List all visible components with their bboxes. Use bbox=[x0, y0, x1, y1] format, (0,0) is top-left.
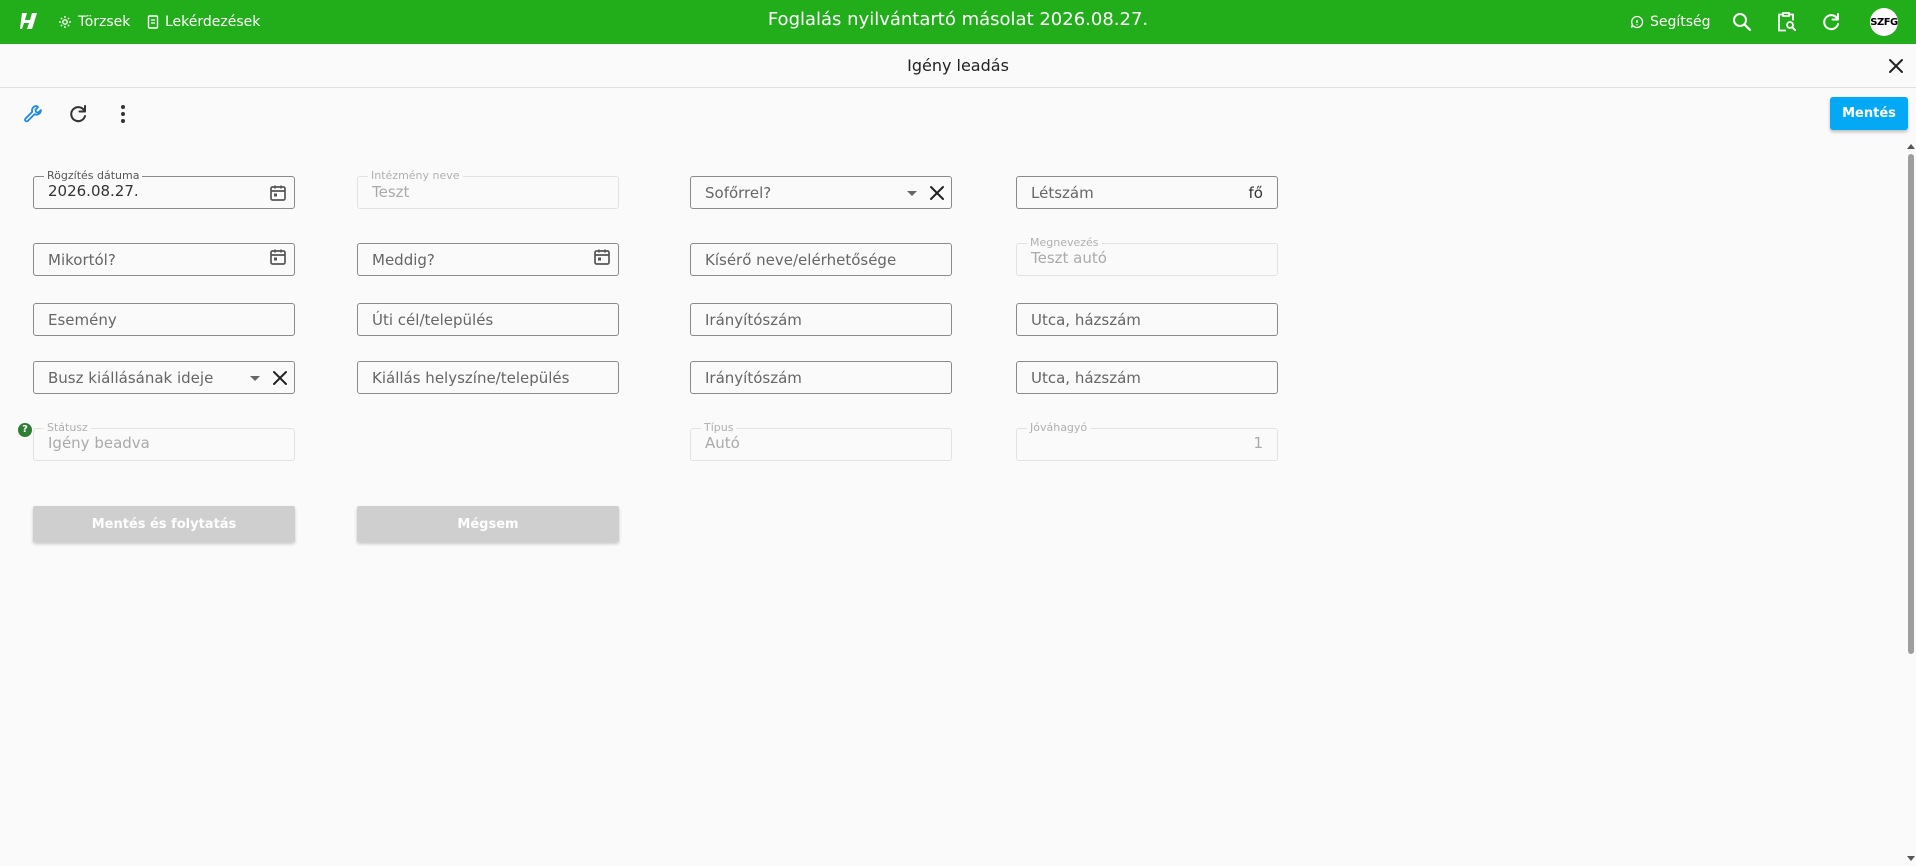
vehicle-name-value: Teszt autó bbox=[1031, 249, 1107, 267]
document-icon bbox=[147, 15, 159, 29]
app-logo-icon[interactable] bbox=[18, 10, 40, 32]
nav-lekerdezesek[interactable]: Lekérdezések bbox=[147, 0, 260, 44]
approver-value: 1 bbox=[1253, 434, 1263, 452]
destination-field[interactable]: Úti cél/település bbox=[357, 303, 619, 336]
nav-torzsek-label: Törzsek bbox=[78, 14, 131, 30]
escort-contact-placeholder: Kísérő neve/elérhetősége bbox=[705, 251, 897, 269]
more-vertical-icon[interactable] bbox=[111, 102, 135, 126]
destination-zip-field[interactable]: Irányítószám bbox=[690, 303, 952, 336]
close-icon[interactable] bbox=[1886, 56, 1906, 76]
headcount-placeholder: Létszám bbox=[1031, 184, 1094, 202]
calendar-icon[interactable] bbox=[592, 247, 612, 267]
bus-departure-time-placeholder: Busz kiállásának ideje bbox=[48, 369, 214, 387]
vertical-scrollbar[interactable] bbox=[1906, 140, 1916, 866]
recording-date-field[interactable]: Rögzítés dátuma 2026.08.27. bbox=[33, 169, 295, 209]
event-placeholder: Esemény bbox=[48, 311, 117, 329]
institution-name-field: Intézmény neve Teszt bbox=[357, 169, 619, 209]
status-value: Igény beadva bbox=[48, 434, 150, 452]
recording-date-value: 2026.08.27. bbox=[48, 182, 139, 200]
app-title: Foglalás nyilvántartó másolat 2026.08.27… bbox=[767, 9, 1149, 30]
scroll-up-arrow-icon[interactable] bbox=[1907, 144, 1915, 149]
clear-icon[interactable] bbox=[927, 183, 947, 203]
status-help-icon[interactable]: ? bbox=[18, 423, 32, 437]
refresh-icon[interactable] bbox=[1819, 10, 1843, 34]
chevron-down-icon[interactable] bbox=[907, 191, 917, 196]
with-driver-select[interactable]: Sofőrrel? bbox=[690, 176, 952, 209]
settings-icon bbox=[59, 16, 71, 28]
dialog-header: Igény leadás bbox=[0, 44, 1916, 88]
save-button[interactable]: Mentés bbox=[1830, 97, 1908, 130]
chevron-down-icon[interactable] bbox=[250, 376, 260, 381]
destination-placeholder: Úti cél/település bbox=[372, 311, 494, 329]
type-label: Típus bbox=[701, 421, 737, 435]
wrench-icon[interactable] bbox=[22, 102, 46, 126]
approver-field: Jóváhagyó 1 bbox=[1016, 421, 1278, 461]
departure-place-field[interactable]: Kiállás helyszíne/település bbox=[357, 361, 619, 394]
from-date-placeholder: Mikortól? bbox=[48, 251, 116, 269]
help-link[interactable]: Segítség bbox=[1630, 0, 1711, 44]
reload-icon[interactable] bbox=[66, 102, 90, 126]
recording-date-label: Rögzítés dátuma bbox=[44, 169, 143, 183]
clipboard-search-icon[interactable] bbox=[1774, 10, 1798, 34]
status-field: Státusz Igény beadva bbox=[33, 421, 295, 461]
event-field[interactable]: Esemény bbox=[33, 303, 295, 336]
headcount-field[interactable]: Létszám fő bbox=[1016, 176, 1278, 209]
type-field: Típus Autó bbox=[690, 421, 952, 461]
headcount-unit: fő bbox=[1248, 184, 1263, 202]
escort-contact-field[interactable]: Kísérő neve/elérhetősége bbox=[690, 243, 952, 276]
departure-place-placeholder: Kiállás helyszíne/település bbox=[372, 369, 570, 387]
app-header: Törzsek Lekérdezések Foglalás nyilvántar… bbox=[0, 0, 1916, 44]
help-chat-icon bbox=[1630, 15, 1644, 29]
bus-departure-time-select[interactable]: Busz kiállásának ideje bbox=[33, 361, 295, 394]
help-label: Segítség bbox=[1650, 14, 1711, 30]
approver-label: Jóváhagyó bbox=[1027, 421, 1091, 435]
calendar-icon[interactable] bbox=[268, 183, 288, 203]
with-driver-placeholder: Sofőrrel? bbox=[705, 184, 772, 202]
destination-street-placeholder: Utca, házszám bbox=[1031, 311, 1141, 329]
dialog-toolbar: Mentés bbox=[0, 89, 1916, 139]
cancel-button[interactable]: Mégsem bbox=[357, 506, 619, 542]
from-date-field[interactable]: Mikortól? bbox=[33, 243, 295, 276]
calendar-icon[interactable] bbox=[268, 247, 288, 267]
destination-street-field[interactable]: Utca, házszám bbox=[1016, 303, 1278, 336]
scroll-down-arrow-icon[interactable] bbox=[1907, 856, 1915, 861]
vehicle-name-field: Megnevezés Teszt autó bbox=[1016, 236, 1278, 276]
departure-street-field[interactable]: Utca, házszám bbox=[1016, 361, 1278, 394]
nav-lekerdezesek-label: Lekérdezések bbox=[165, 14, 261, 30]
user-avatar[interactable]: SZFG bbox=[1870, 8, 1898, 36]
vehicle-name-label: Megnevezés bbox=[1027, 236, 1102, 250]
departure-zip-placeholder: Irányítószám bbox=[705, 369, 802, 387]
status-label: Státusz bbox=[44, 421, 91, 435]
search-icon[interactable] bbox=[1730, 10, 1754, 34]
scrollbar-thumb[interactable] bbox=[1908, 154, 1914, 654]
clear-icon[interactable] bbox=[270, 368, 290, 388]
type-value: Autó bbox=[705, 434, 740, 452]
to-date-field[interactable]: Meddig? bbox=[357, 243, 619, 276]
institution-name-label: Intézmény neve bbox=[368, 169, 463, 183]
save-and-continue-button[interactable]: Mentés és folytatás bbox=[33, 506, 295, 542]
destination-zip-placeholder: Irányítószám bbox=[705, 311, 802, 329]
nav-torzsek[interactable]: Törzsek bbox=[58, 0, 130, 44]
departure-street-placeholder: Utca, házszám bbox=[1031, 369, 1141, 387]
to-date-placeholder: Meddig? bbox=[372, 251, 435, 269]
dialog-title: Igény leadás bbox=[907, 56, 1009, 75]
institution-name-value: Teszt bbox=[372, 183, 410, 201]
departure-zip-field[interactable]: Irányítószám bbox=[690, 361, 952, 394]
